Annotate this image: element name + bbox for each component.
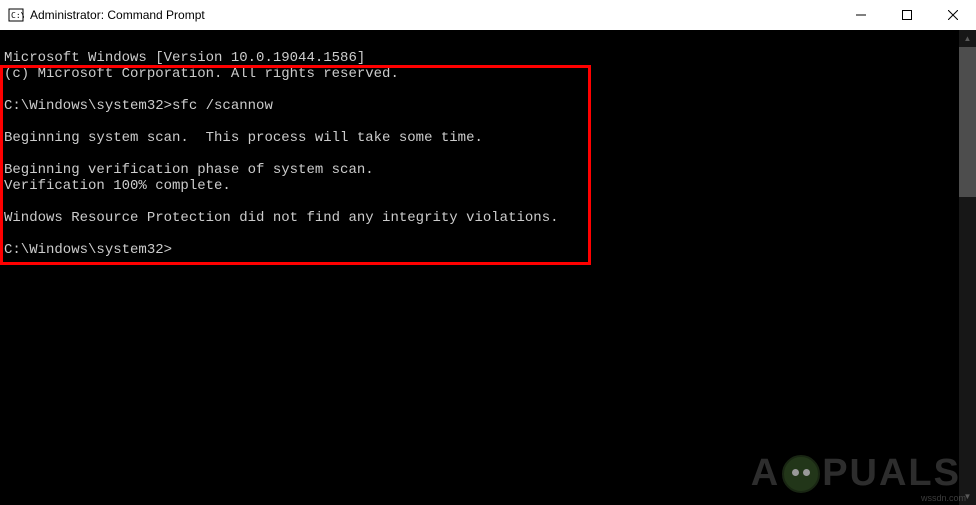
terminal-prompt-line: C:\Windows\system32> xyxy=(4,242,172,258)
close-button[interactable] xyxy=(930,0,976,30)
terminal-line: Beginning system scan. This process will… xyxy=(4,130,483,146)
terminal-line: Verification 100% complete. xyxy=(4,178,231,194)
command-prompt-window: C:\ Administrator: Command Prompt Micros… xyxy=(0,0,976,505)
window-controls xyxy=(838,0,976,30)
watermark-face-icon xyxy=(782,455,820,493)
scroll-up-button[interactable]: ▲ xyxy=(959,30,976,47)
terminal-line: Beginning verification phase of system s… xyxy=(4,162,374,178)
window-title: Administrator: Command Prompt xyxy=(30,8,838,22)
titlebar[interactable]: C:\ Administrator: Command Prompt xyxy=(0,0,976,30)
watermark-text: A xyxy=(751,452,780,495)
svg-text:C:\: C:\ xyxy=(11,11,24,20)
terminal-line: Microsoft Windows [Version 10.0.19044.15… xyxy=(4,50,365,66)
cmd-icon: C:\ xyxy=(8,7,24,23)
watermark-credit: wssdn.com xyxy=(921,493,966,503)
minimize-button[interactable] xyxy=(838,0,884,30)
terminal-line: (c) Microsoft Corporation. All rights re… xyxy=(4,66,399,82)
vertical-scrollbar[interactable]: ▲ ▼ xyxy=(959,30,976,505)
terminal-output[interactable]: Microsoft Windows [Version 10.0.19044.15… xyxy=(0,30,976,505)
terminal-prompt-line: C:\Windows\system32>sfc /scannow xyxy=(4,98,273,114)
terminal-line: Windows Resource Protection did not find… xyxy=(4,210,559,226)
watermark-logo: A PUALS xyxy=(751,452,961,495)
maximize-button[interactable] xyxy=(884,0,930,30)
watermark-text: PUALS xyxy=(822,452,961,495)
scroll-thumb[interactable] xyxy=(959,47,976,197)
